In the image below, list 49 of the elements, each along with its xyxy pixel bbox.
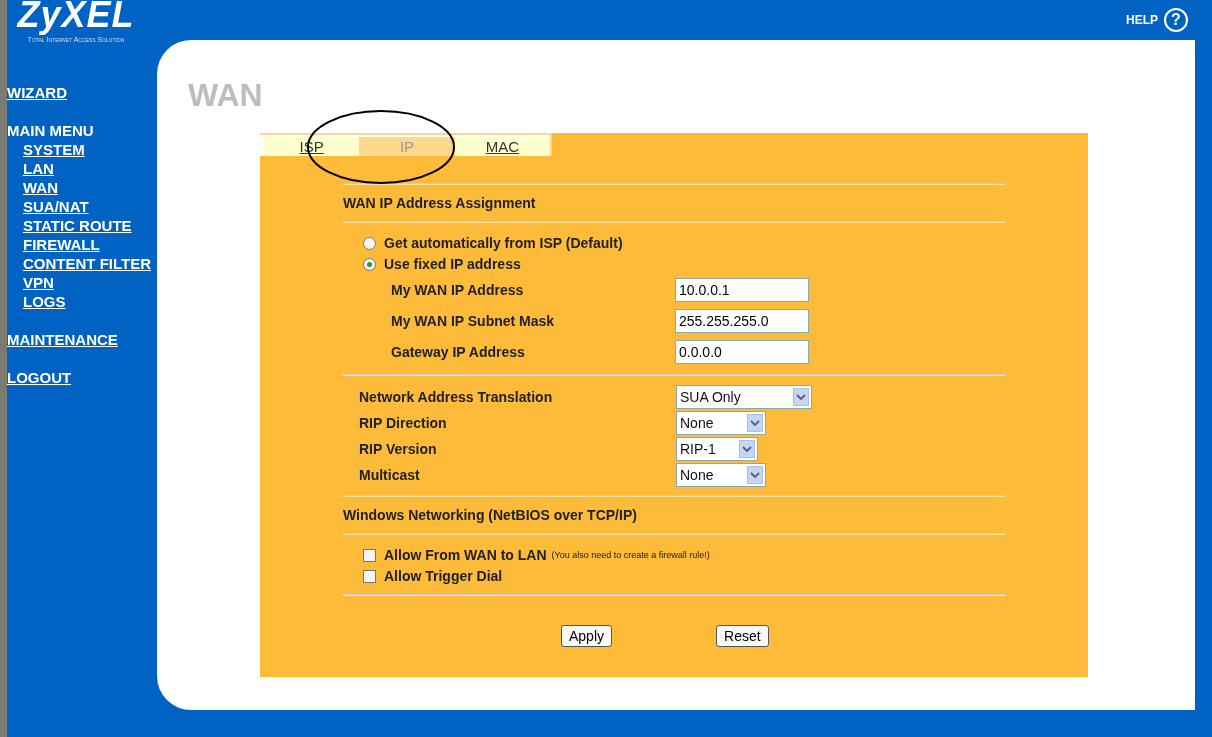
sidebar-link[interactable]: FIREWALL: [23, 235, 100, 254]
field-label: RIP Direction: [359, 415, 448, 431]
checkbox[interactable]: [363, 548, 376, 562]
checkbox-label: Allow From WAN to LAN: [384, 547, 547, 563]
field-label: RIP Version: [359, 441, 438, 457]
input-field[interactable]: 255.255.255.0: [675, 309, 809, 333]
reset-button[interactable]: Reset: [716, 625, 769, 647]
input-field[interactable]: 10.0.0.1: [675, 278, 809, 302]
section-heading: Windows Networking (NetBIOS over TCP/IP): [343, 506, 638, 525]
checkbox-note: (You also need to create a firewall rule!): [551, 550, 710, 560]
sidebar-link[interactable]: LOGS: [23, 292, 66, 311]
dropdown[interactable]: None: [676, 411, 766, 435]
caret-icon: [739, 440, 755, 458]
logo-name: ZyXEL: [17, 0, 135, 36]
caret-icon: [747, 414, 763, 432]
sidebar-link[interactable]: WIZARD: [7, 83, 67, 102]
sidebar-link[interactable]: SUA/NAT: [23, 197, 89, 216]
sidebar-link[interactable]: WAN: [23, 178, 58, 197]
checkbox[interactable]: [363, 569, 376, 583]
apply-button[interactable]: Apply: [561, 625, 613, 647]
radio-label: Get automatically from ISP (Default): [384, 235, 623, 251]
radio-button[interactable]: [363, 257, 376, 271]
checkbox-label: Allow Trigger Dial: [384, 568, 503, 584]
caret-icon: [793, 388, 809, 406]
dropdown[interactable]: SUA Only: [676, 385, 812, 409]
section-heading: WAN IP Address Assignment: [343, 194, 537, 213]
sidebar-link[interactable]: SYSTEM: [23, 140, 85, 159]
input-field[interactable]: 0.0.0.0: [675, 340, 809, 364]
sidebar-link[interactable]: LOGOUT: [7, 368, 72, 387]
radio-label: Use fixed IP address: [384, 256, 521, 272]
field-label: My WAN IP Subnet Mask: [391, 313, 556, 329]
radio-button[interactable]: [363, 236, 376, 250]
sidebar-link[interactable]: MAINTENANCE: [7, 330, 118, 349]
help-icon[interactable]: ?: [1164, 8, 1188, 32]
field-label: Network Address Translation: [359, 389, 554, 405]
field-label: Multicast: [359, 467, 421, 483]
page-title: WAN: [188, 76, 264, 115]
caret-icon: [747, 466, 763, 484]
field-label: My WAN IP Address: [391, 282, 525, 298]
help-link[interactable]: HELP: [1126, 13, 1158, 27]
sidebar-heading: MAIN MENU: [7, 121, 94, 140]
dropdown[interactable]: None: [676, 463, 766, 487]
sidebar-link[interactable]: STATIC ROUTE: [23, 216, 132, 235]
sidebar-link[interactable]: CONTENT FILTER: [23, 254, 152, 273]
field-label: Gateway IP Address: [391, 344, 526, 360]
tab[interactable]: MAC: [454, 137, 550, 156]
dropdown[interactable]: RIP-1: [676, 437, 758, 461]
sidebar-link[interactable]: LAN: [23, 159, 54, 178]
sidebar-link[interactable]: VPN: [23, 273, 54, 292]
